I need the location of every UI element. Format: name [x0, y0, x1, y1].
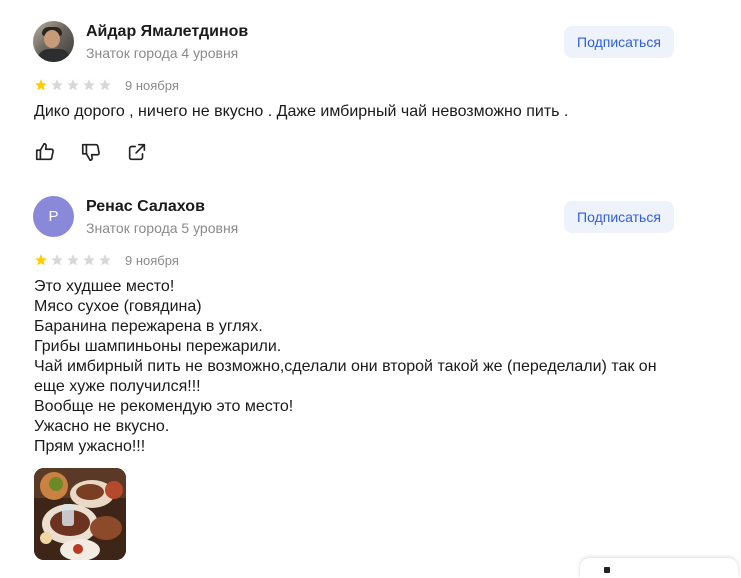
avatar[interactable]: Р — [33, 196, 74, 237]
review-text-line: Мясо сухое (говядина) — [34, 298, 202, 315]
star-empty-icon — [67, 79, 79, 91]
dislike-icon[interactable] — [80, 141, 102, 163]
review-text-line: Прям ужасно!!! — [34, 438, 146, 455]
avatar[interactable] — [33, 21, 74, 62]
review-text: Дико дорого , ничего не вкусно . Даже им… — [34, 103, 569, 120]
review-text-line: Это худшее место! — [34, 278, 175, 295]
share-icon[interactable] — [126, 141, 148, 163]
rating-stars — [34, 253, 112, 267]
star-empty-icon — [51, 79, 63, 91]
subscribe-button[interactable]: Подписаться — [564, 201, 674, 233]
review-text-line: Чай имбирный пить не возможно,сделали он… — [34, 358, 657, 375]
subscribe-button[interactable]: Подписаться — [564, 26, 674, 58]
star-empty-icon — [51, 254, 63, 266]
food-photo-image — [34, 468, 126, 560]
star-filled-icon — [35, 254, 47, 266]
review-date: 9 ноября — [125, 253, 179, 268]
star-empty-icon — [99, 254, 111, 266]
review-actions — [34, 141, 148, 163]
review-date: 9 ноября — [125, 78, 179, 93]
reviewer-level: Знаток города 5 уровня — [86, 220, 239, 236]
review-text-line: Вообще не рекомендую это место! — [34, 398, 294, 415]
review-photo[interactable] — [34, 468, 126, 560]
star-empty-icon — [67, 254, 79, 266]
review-text-line: Баранина пережарена в углях. — [34, 318, 263, 335]
star-filled-icon — [35, 79, 47, 91]
rating-stars — [34, 78, 112, 92]
review-text-line: Грибы шампиньоны пережарили. — [34, 338, 282, 355]
panel-icon — [604, 567, 610, 573]
review-text: Это худшее место! Мясо сухое (говядина) … — [34, 277, 714, 457]
review-author-name[interactable]: Айдар Ямалетдинов — [86, 23, 248, 41]
star-empty-icon — [99, 79, 111, 91]
review-text-line: Ужасно не вкусно. — [34, 418, 170, 435]
reviewer-level: Знаток города 4 уровня — [86, 45, 239, 61]
floating-panel[interactable] — [580, 558, 738, 578]
review-author-name[interactable]: Ренас Салахов — [86, 198, 205, 216]
star-empty-icon — [83, 254, 95, 266]
like-icon[interactable] — [34, 141, 56, 163]
star-empty-icon — [83, 79, 95, 91]
review-text-line: еще хуже получился!!! — [34, 378, 201, 395]
